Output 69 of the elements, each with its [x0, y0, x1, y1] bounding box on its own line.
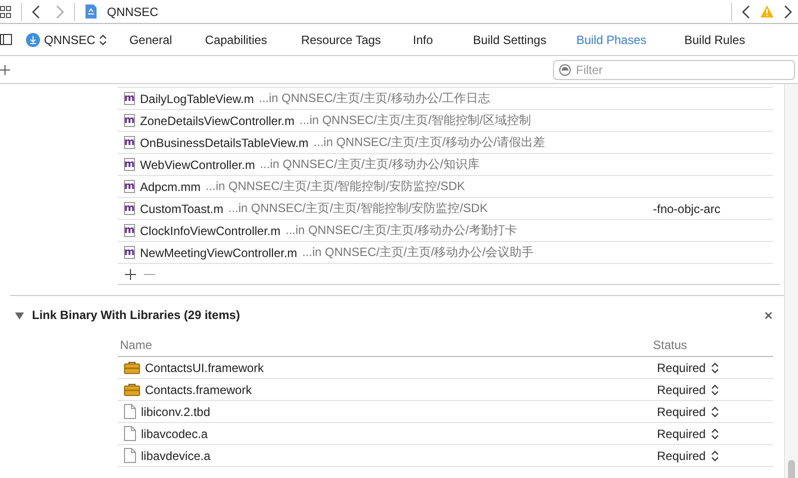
- add-icon[interactable]: [0, 64, 10, 74]
- file-name: CustomToast.m: [140, 202, 224, 216]
- file-location: ...in QNNSEC/主页/主页/移动办公/会议助手: [302, 244, 534, 261]
- target-name[interactable]: QNNSEC: [44, 32, 96, 46]
- stepper-icon[interactable]: [710, 428, 719, 440]
- file-name: OnBusinessDetailsTableView.m: [140, 136, 309, 150]
- library-name: ContactsUI.framework: [145, 360, 264, 374]
- scrollbar-thumb[interactable]: [788, 460, 795, 478]
- compiler-flags[interactable]: -fno-objc-arc: [653, 202, 720, 216]
- file-name: ClockInfoViewController.m: [140, 224, 281, 238]
- file-location: ...in QNNSEC/主页/主页/移动办公/请假出差: [314, 134, 545, 151]
- document-icon: [124, 404, 136, 419]
- file-name: DailyLogTableView.m: [140, 92, 254, 106]
- file-location: ...in QNNSEC/主页/主页/智能控制/安防监控/SDK: [228, 200, 488, 217]
- app-target-icon: [26, 32, 40, 46]
- project-title: QNNSEC: [107, 4, 158, 18]
- column-header[interactable]: Name: [120, 338, 152, 352]
- library-name: Contacts.framework: [145, 382, 252, 396]
- project-file-icon: [85, 4, 97, 19]
- stepper-icon[interactable]: [710, 406, 719, 418]
- tab[interactable]: Resource Tags: [301, 32, 381, 46]
- tab[interactable]: Info: [412, 32, 433, 46]
- toolbox-icon: [124, 361, 140, 374]
- grid-icon[interactable]: [0, 6, 11, 18]
- source-file-icon: m: [124, 158, 135, 171]
- file-location: ...in QNNSEC/主页/主页/移动办公/工作日志: [258, 90, 490, 107]
- status-popup[interactable]: Required: [657, 448, 719, 462]
- library-name: libiconv.2.tbd: [141, 404, 210, 418]
- section-title: Link Binary With Libraries (29 items): [32, 308, 240, 322]
- status-popup[interactable]: Required: [657, 404, 719, 418]
- source-file-icon: m: [124, 180, 135, 193]
- status-popup[interactable]: Required: [657, 426, 719, 440]
- file-name: Adpcm.mm: [140, 180, 201, 194]
- file-location: ...in QNNSEC/主页/主页/移动办公/考勤打卡: [286, 222, 517, 239]
- source-file-icon: m: [124, 246, 135, 259]
- tab[interactable]: Build Rules: [684, 32, 746, 46]
- stepper-icon[interactable]: [99, 34, 108, 46]
- document-icon: [124, 448, 136, 463]
- library-name: libavcodec.a: [141, 426, 208, 440]
- file-name: NewMeetingViewController.m: [140, 246, 298, 260]
- tab[interactable]: General: [129, 32, 172, 46]
- file-location: ...in QNNSEC/主页/主页/智能控制/区域控制: [300, 112, 531, 129]
- close-icon[interactable]: [765, 312, 772, 318]
- source-file-icon: m: [124, 114, 135, 127]
- filter-icon: [559, 64, 571, 76]
- tab[interactable]: Build Phases: [576, 32, 646, 46]
- stepper-icon[interactable]: [710, 450, 719, 462]
- stepper-icon[interactable]: [710, 362, 719, 374]
- add-icon[interactable]: [125, 268, 136, 280]
- toolbox-icon: [124, 383, 140, 396]
- file-location: ...in QNNSEC/主页/主页/智能控制/安防监控/SDK: [206, 178, 466, 195]
- tab[interactable]: Capabilities: [205, 32, 268, 46]
- disclosure-triangle-icon[interactable]: [15, 310, 24, 320]
- source-file-icon: m: [124, 224, 135, 237]
- stepper-icon[interactable]: [710, 384, 719, 396]
- document-icon: [124, 426, 136, 441]
- status-popup[interactable]: Required: [657, 382, 719, 396]
- filter-field[interactable]: Filter: [553, 60, 795, 80]
- file-name: ZoneDetailsViewController.m: [140, 114, 295, 128]
- source-file-icon: m: [124, 92, 135, 105]
- sidebar-toggle-icon[interactable]: [0, 34, 12, 45]
- column-header[interactable]: Status: [653, 338, 688, 352]
- tab[interactable]: Build Settings: [472, 32, 546, 46]
- status-popup[interactable]: Required: [657, 360, 719, 374]
- library-name: libavdevice.a: [141, 448, 210, 462]
- file-name: WebViewController.m: [140, 158, 255, 172]
- source-file-icon: m: [124, 136, 135, 149]
- source-file-icon: m: [124, 202, 135, 215]
- file-location: ...in QNNSEC/主页/主页/移动办公/知识库: [260, 156, 480, 173]
